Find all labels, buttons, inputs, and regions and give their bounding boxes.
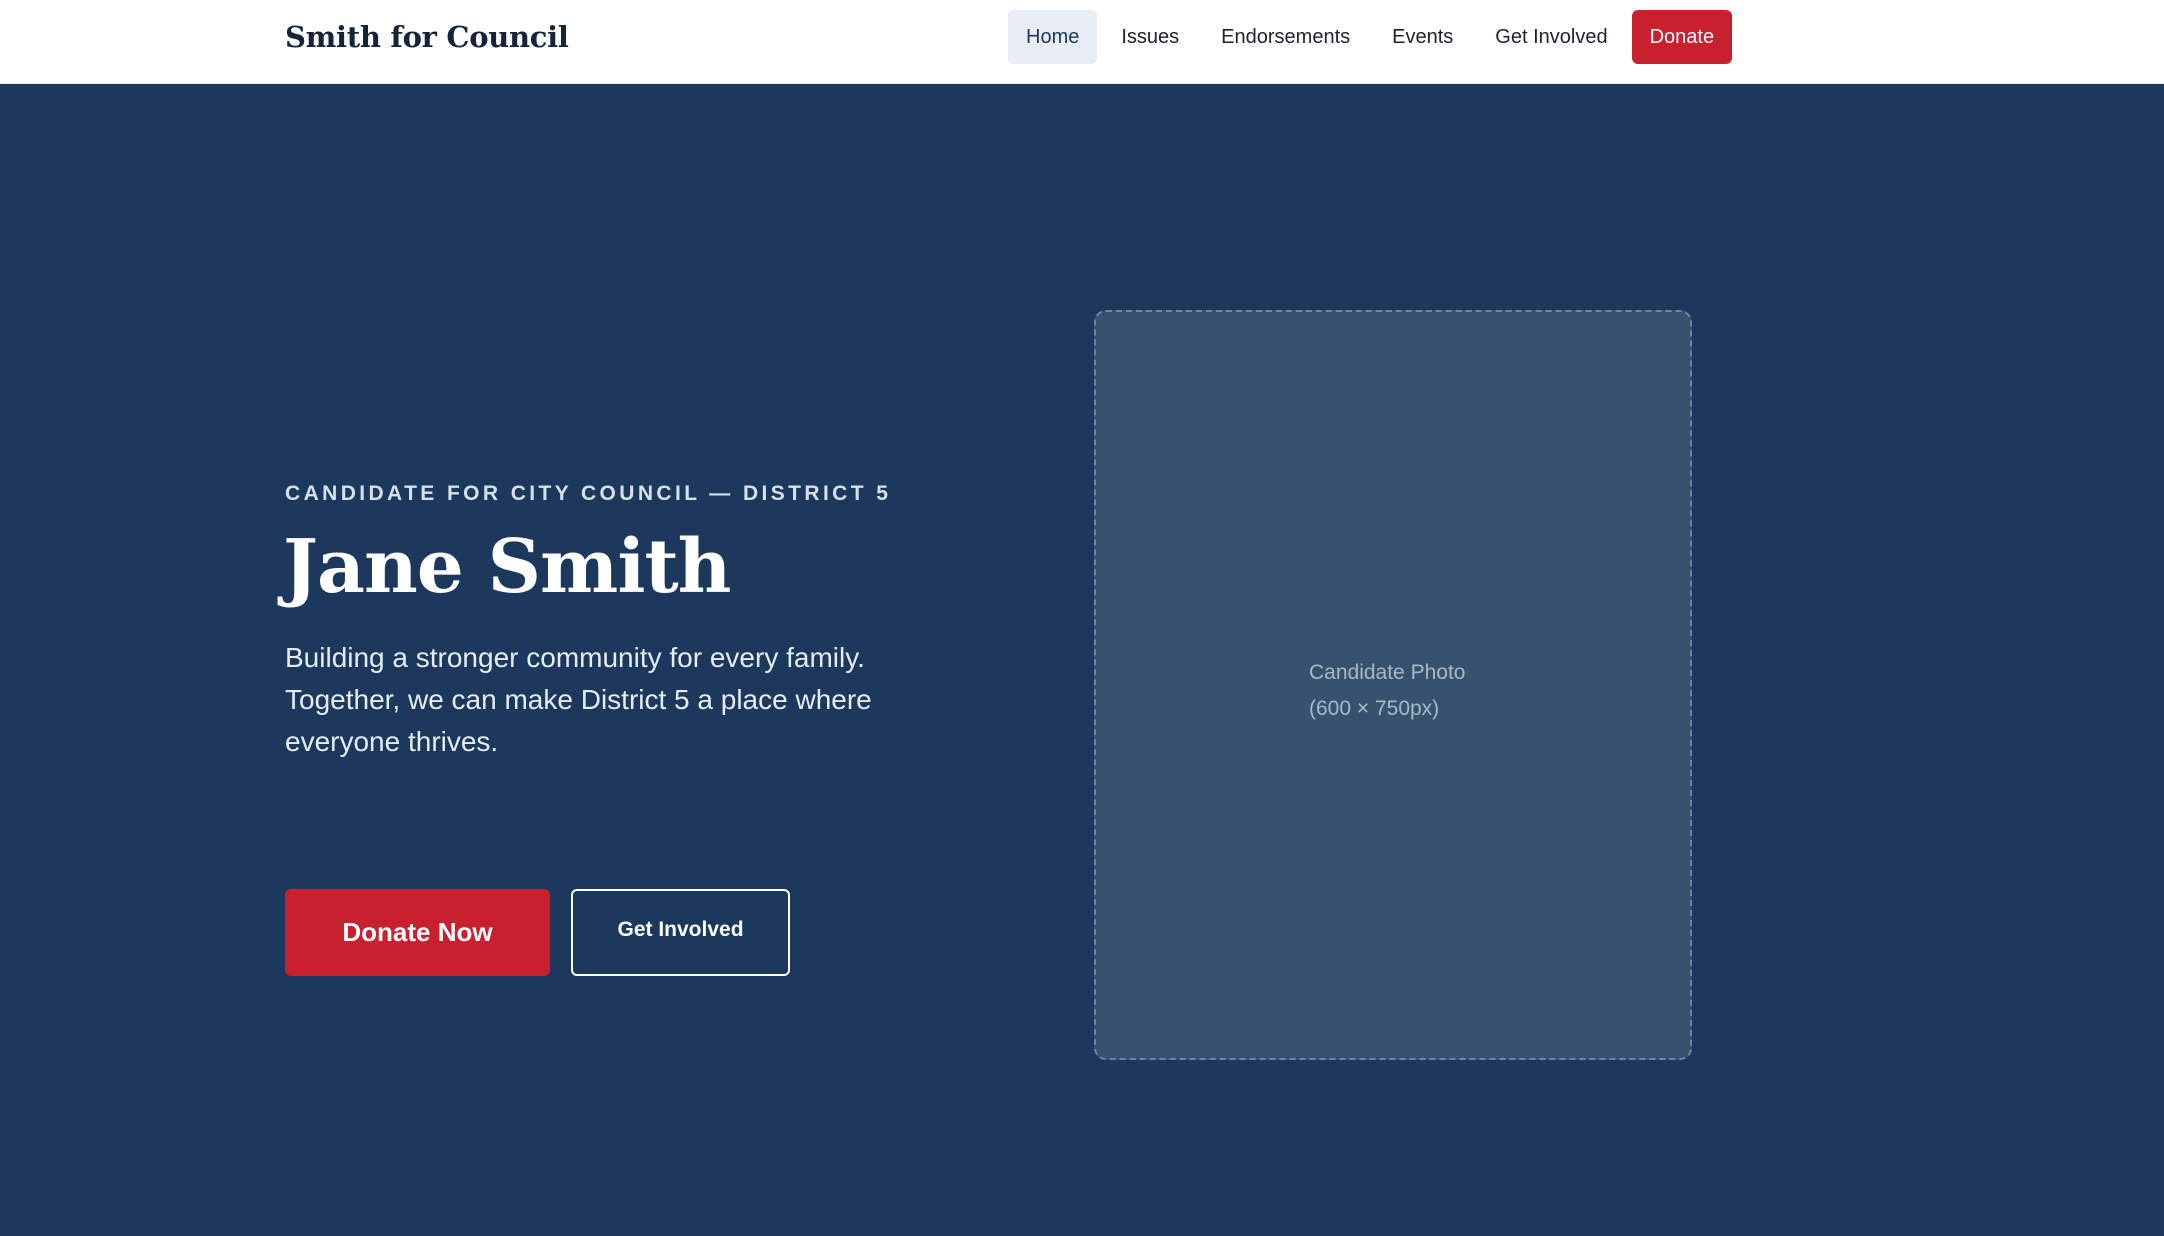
- nav-item-home[interactable]: Home: [1008, 10, 1098, 64]
- site-logo[interactable]: Smith for Council: [285, 0, 569, 74]
- nav-item-endorsements[interactable]: Endorsements: [1203, 10, 1368, 64]
- get-involved-label: Get Involved: [617, 917, 744, 941]
- get-involved-button[interactable]: Get Involved: [571, 889, 790, 976]
- nav-item-get-involved[interactable]: Get Involved: [1477, 10, 1625, 64]
- nav-item-events[interactable]: Events: [1374, 10, 1471, 64]
- donate-now-label: Donate Now: [342, 917, 493, 947]
- site-header: Smith for Council Home Issues Endorsemen…: [0, 0, 2164, 84]
- photo-placeholder-text: Candidate Photo (600 × 750px): [1309, 655, 1465, 727]
- hero-section: CANDIDATE FOR CITY COUNCIL — DISTRICT 5 …: [0, 84, 2164, 1236]
- donate-now-button[interactable]: Donate Now: [285, 889, 550, 976]
- photo-placeholder-size: (600 × 750px): [1309, 697, 1440, 720]
- candidate-name: Jane Smith: [283, 524, 731, 610]
- hero-tagline: Building a stronger community for every …: [285, 642, 872, 757]
- nav-item-issues[interactable]: Issues: [1103, 10, 1197, 64]
- candidate-photo-placeholder: Candidate Photo (600 × 750px): [1094, 310, 1692, 1060]
- photo-placeholder-title: Candidate Photo: [1309, 661, 1466, 684]
- hero-eyebrow: CANDIDATE FOR CITY COUNCIL — DISTRICT 5: [285, 482, 892, 505]
- main-nav: Home Issues Endorsements Events Get Invo…: [1008, 10, 1733, 64]
- page: Smith for Council Home Issues Endorsemen…: [0, 0, 2164, 1236]
- nav-donate-button[interactable]: Donate: [1631, 10, 1733, 64]
